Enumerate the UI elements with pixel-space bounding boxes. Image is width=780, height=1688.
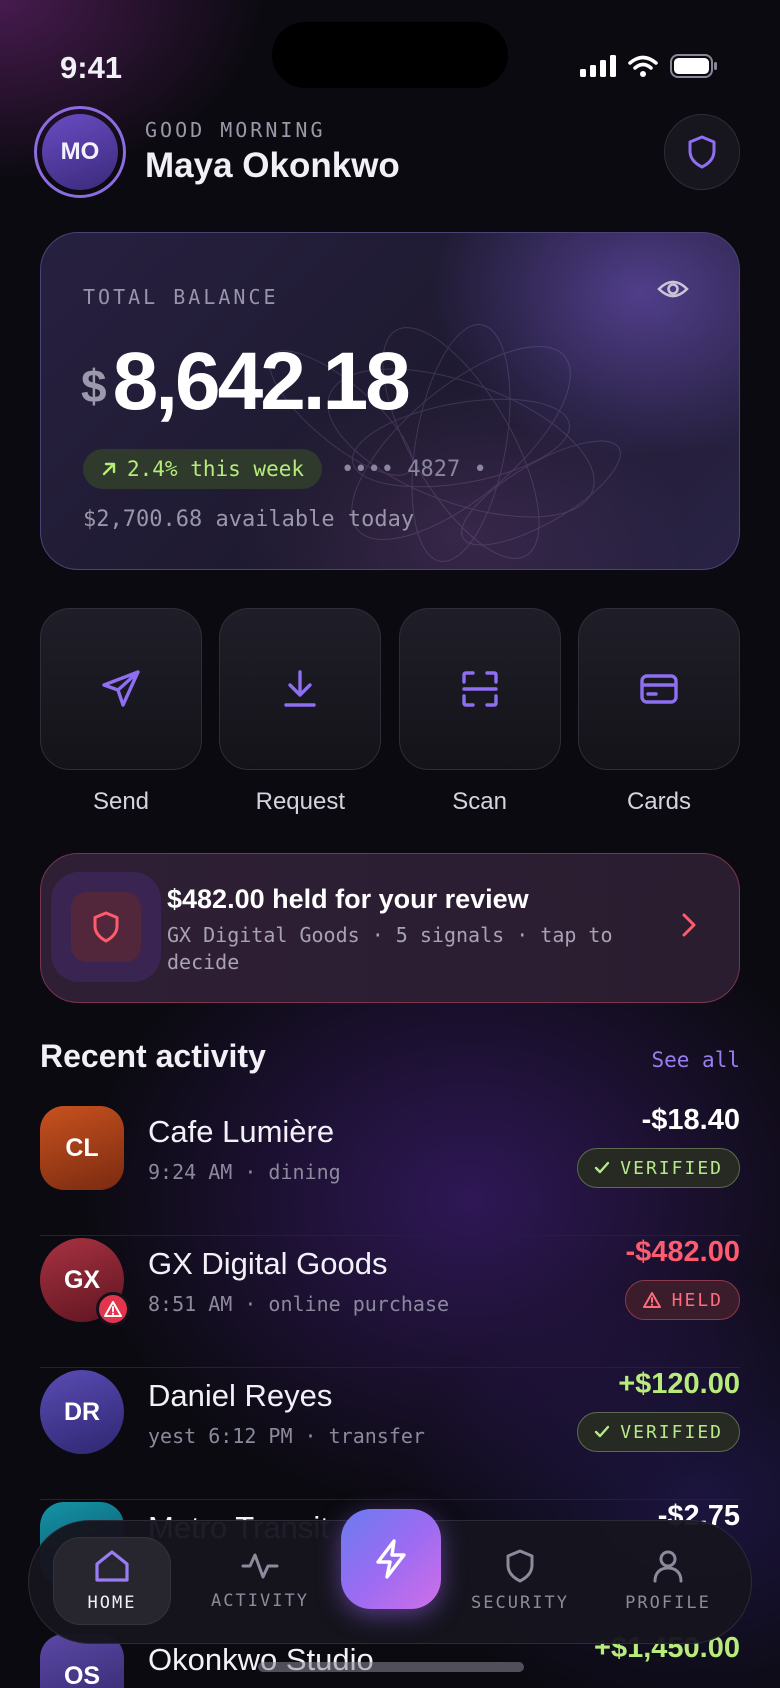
alert-title: $482.00 held for your review: [167, 884, 529, 914]
transaction-row[interactable]: CL Cafe Lumière 9:24 AM · dining -$18.40…: [40, 1104, 740, 1236]
scan-button[interactable]: [398, 608, 561, 770]
tab-home[interactable]: HOME: [53, 1537, 171, 1625]
transaction-name: Daniel Reyes: [148, 1378, 333, 1413]
card-icon: [640, 674, 678, 704]
balance-label: TOTAL BALANCE: [83, 285, 279, 309]
status-badge: HELD: [624, 1280, 740, 1320]
tab-profile-label: PROFILE: [625, 1593, 711, 1613]
send-button[interactable]: [40, 608, 202, 770]
request-button[interactable]: [219, 608, 382, 770]
user-name: Maya Okonkwo: [145, 146, 400, 185]
status-icons: [580, 54, 718, 78]
request-action[interactable]: Request: [219, 608, 382, 816]
balance-card[interactable]: TOTAL BALANCE $ 8,642.18 2.4% this week …: [40, 232, 740, 570]
quick-actions: Send Request Scan Cards: [40, 608, 740, 816]
download-icon: [284, 670, 317, 707]
transaction-row[interactable]: DR Daniel Reyes yest 6:12 PM · transfer …: [40, 1368, 740, 1500]
warning-badge: [96, 1292, 130, 1326]
tab-home-label: HOME: [87, 1593, 137, 1613]
signal-icon: [580, 55, 616, 77]
transaction-amount: +$120.00: [618, 1368, 740, 1400]
recent-activity-title: Recent activity: [40, 1038, 266, 1074]
wifi-icon: [628, 55, 658, 77]
status-badge-label: HELD: [671, 1289, 723, 1311]
status-badge: VERIFIED: [577, 1148, 740, 1188]
status-time: 9:41: [60, 50, 123, 85]
lightning-icon: [376, 1539, 406, 1579]
tab-security-label: SECURITY: [471, 1593, 569, 1613]
tab-security[interactable]: SECURITY: [461, 1537, 579, 1625]
pulse-icon: [241, 1553, 279, 1579]
held-transaction-alert[interactable]: $482.00 held for your review GX Digital …: [40, 853, 740, 1003]
security-button[interactable]: [664, 114, 740, 190]
status-badge: VERIFIED: [577, 1412, 740, 1452]
transaction-amount: -$18.40: [641, 1104, 740, 1136]
avatar[interactable]: MO: [34, 106, 126, 198]
status-badge-label: VERIFIED: [620, 1157, 723, 1179]
send-icon: [102, 670, 140, 707]
arrow-up-right-icon: [102, 462, 116, 476]
contact-avatar: DR: [40, 1370, 124, 1454]
balance-amount: $ 8,642.18: [81, 336, 411, 427]
request-label: Request: [255, 788, 346, 815]
greeting: GOOD MORNING: [145, 118, 326, 142]
shield-icon: [688, 135, 716, 169]
tab-activity[interactable]: ACTIVITY: [201, 1537, 319, 1625]
tab-bar: HOME ACTIVITY SECURITY PROFILE: [28, 1509, 752, 1644]
warning-icon: [104, 1301, 122, 1317]
scan-action[interactable]: Scan: [398, 608, 561, 816]
scan-label: Scan: [452, 788, 507, 815]
user-icon: [653, 1550, 683, 1583]
quick-pay-button[interactable]: [341, 1509, 441, 1609]
transaction-name: Cafe Lumière: [148, 1114, 335, 1149]
change-text: 2.4% this week: [127, 457, 305, 481]
currency-symbol: $: [81, 360, 107, 412]
chevron-right-icon: [682, 913, 696, 937]
transaction-name: GX Digital Goods: [148, 1246, 388, 1281]
transaction-meta: 8:51 AM · online purchase: [148, 1292, 450, 1316]
shield-icon: [93, 911, 119, 943]
cards-label: Cards: [626, 788, 691, 815]
home-indicator: [258, 1662, 524, 1672]
see-all-link[interactable]: See all: [651, 1048, 740, 1072]
change-pill: 2.4% this week: [83, 449, 323, 489]
cards-button[interactable]: [577, 608, 740, 770]
balance-value: 8,642.18: [112, 336, 411, 427]
tab-activity-label: ACTIVITY: [211, 1591, 309, 1611]
tab-profile[interactable]: PROFILE: [609, 1537, 727, 1625]
transaction-row[interactable]: GX GX Digital Goods 8:51 AM · online pur…: [40, 1236, 740, 1368]
alert-icon-tile: [71, 892, 141, 962]
warning-icon: [642, 1292, 661, 1308]
card-number-masked: •••• 4827 •: [341, 457, 487, 482]
check-icon: [595, 1425, 610, 1438]
transaction-amount: -$482.00: [625, 1236, 741, 1268]
home-icon: [95, 1550, 129, 1582]
status-badge-label: VERIFIED: [620, 1421, 723, 1443]
avatar-initials: MO: [42, 114, 118, 190]
battery-icon: [670, 54, 717, 78]
alert-icon-container: [51, 872, 161, 982]
available-balance: $2,700.68 available today: [83, 507, 415, 532]
send-action[interactable]: Send: [40, 608, 202, 816]
transaction-meta: yest 6:12 PM · transfer: [148, 1424, 425, 1448]
transaction-name: Okonkwo Studio: [148, 1642, 374, 1677]
dynamic-island: [272, 22, 508, 88]
merchant-avatar: CL: [40, 1106, 124, 1190]
transaction-meta: 9:24 AM · dining: [148, 1160, 341, 1184]
status-bar: 9:41: [0, 0, 780, 120]
shield-icon: [506, 1549, 534, 1583]
send-label: Send: [92, 788, 150, 815]
check-icon: [595, 1161, 610, 1174]
alert-subtitle: GX Digital Goods · 5 signals · tap to de…: [167, 923, 613, 974]
cards-action[interactable]: Cards: [577, 608, 740, 816]
eye-icon[interactable]: [657, 277, 689, 301]
scan-icon: [461, 671, 498, 707]
